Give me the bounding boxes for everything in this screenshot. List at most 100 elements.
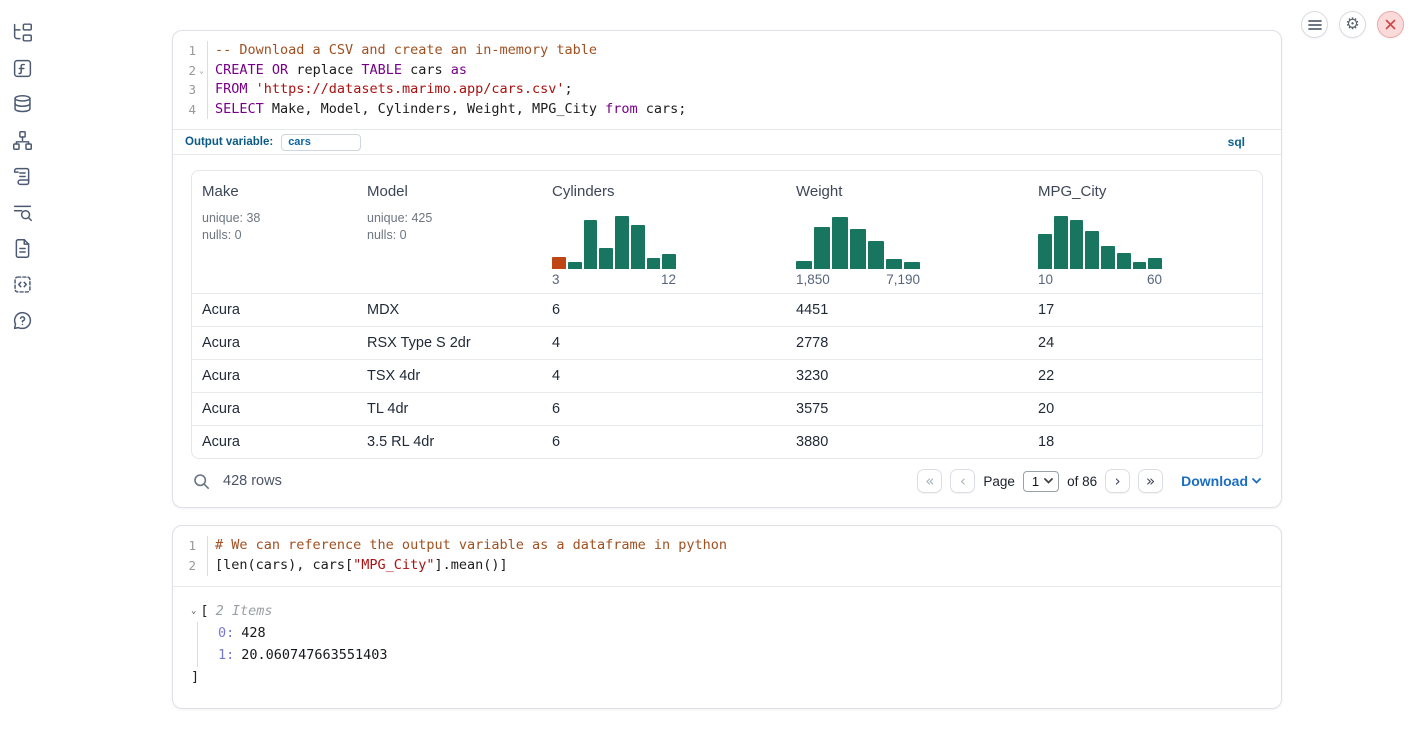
line-number: 3 xyxy=(188,80,196,100)
histogram-axis-labels: 1060 xyxy=(1038,272,1162,287)
table-cell: 17 xyxy=(1028,293,1263,326)
histogram-bar xyxy=(814,227,830,269)
column-histogram: 312 xyxy=(552,213,676,287)
table-row[interactable]: AcuraRSX Type S 2dr4277824 xyxy=(192,326,1263,359)
fold-toggle-icon[interactable]: ⌄ xyxy=(196,61,207,81)
sidebar-item-scratchpad[interactable] xyxy=(11,165,33,187)
pagination: « ‹ Page 1 of 86 › » Download xyxy=(917,469,1261,493)
column-stats: unique: 425nulls: 0 xyxy=(367,210,532,244)
line-number: 1 xyxy=(188,41,196,61)
data-table-card: Make unique: 38nulls: 0 Modelunique: 425nu… xyxy=(191,170,1263,459)
table-cell: 3.5 RL 4dr xyxy=(357,425,542,458)
line-number-gutter: 2 xyxy=(173,556,208,576)
search-icon xyxy=(193,473,210,490)
table-row[interactable]: AcuraTSX 4dr4323022 xyxy=(192,359,1263,392)
code-line[interactable]: 2[len(cars), cars["MPG_City"].mean()] xyxy=(173,556,1281,576)
line-number: 1 xyxy=(188,536,196,556)
tree-entry: 0:428 xyxy=(218,622,1263,645)
page-label: Page xyxy=(983,474,1015,489)
code-line[interactable]: 1# We can reference the output variable … xyxy=(173,536,1281,556)
sidebar-item-logs-search[interactable] xyxy=(11,201,33,223)
column-header-make[interactable]: Make unique: 38nulls: 0 xyxy=(192,171,357,293)
line-number-gutter: 2⌄ xyxy=(173,61,208,81)
sql-code-editor[interactable]: 1-- Download a CSV and create an in-memo… xyxy=(173,31,1281,129)
histogram-bar xyxy=(552,257,566,269)
menu-button[interactable] xyxy=(1301,11,1328,38)
sidebar-item-dependency-graph[interactable] xyxy=(11,129,33,151)
settings-button[interactable]: ⚙ xyxy=(1339,11,1366,38)
next-page-button[interactable]: › xyxy=(1105,469,1130,493)
column-name: Make xyxy=(202,183,347,200)
output-variable-label: Output variable: xyxy=(185,136,273,148)
table-cell: MDX xyxy=(357,293,542,326)
python-code-editor[interactable]: 1# We can reference the output variable … xyxy=(173,526,1281,585)
gear-icon: ⚙ xyxy=(1345,17,1359,33)
line-number: 2 xyxy=(188,556,196,576)
table-cell: 18 xyxy=(1028,425,1263,458)
sidebar-item-documentation[interactable] xyxy=(11,237,33,259)
table-search-button[interactable] xyxy=(193,473,210,490)
histogram-bar xyxy=(1085,231,1099,269)
column-header-mpg_city[interactable]: MPG_City1060 xyxy=(1028,171,1263,293)
histogram-bar xyxy=(1070,220,1084,269)
table-row[interactable]: AcuraTL 4dr6357520 xyxy=(192,392,1263,425)
tree-entry-value: 428 xyxy=(241,625,265,641)
code-line[interactable]: 4SELECT Make, Model, Cylinders, Weight, … xyxy=(173,100,1281,120)
column-header-model[interactable]: Modelunique: 425nulls: 0 xyxy=(357,171,542,293)
column-header-inner: MPG_City1060 xyxy=(1038,183,1254,287)
download-button[interactable]: Download xyxy=(1181,473,1261,489)
histogram-axis-labels: 312 xyxy=(552,272,676,287)
sidebar-item-file-explorer[interactable] xyxy=(11,21,33,43)
tree-collapse-toggle[interactable]: ⌄ xyxy=(191,606,196,616)
histogram-min-label: 3 xyxy=(552,272,560,287)
code-token: OR xyxy=(272,62,288,78)
first-page-button[interactable]: « xyxy=(917,469,942,493)
sql-cell-output: Make unique: 38nulls: 0 Modelunique: 425nu… xyxy=(173,155,1281,507)
histogram-axis-labels: 1,8507,190 xyxy=(796,272,920,287)
code-line-text: FROM 'https://datasets.marimo.app/cars.c… xyxy=(208,80,573,100)
python-cell-output: ⌄ [ 2 Items 0:4281:20.060747663551403 ] xyxy=(173,586,1281,708)
file-text-icon xyxy=(12,238,33,259)
histogram-bars xyxy=(796,213,920,269)
column-header-weight[interactable]: Weight1,8507,190 xyxy=(786,171,1028,293)
shutdown-button[interactable] xyxy=(1377,11,1404,38)
column-header-inner: Modelunique: 425nulls: 0 xyxy=(367,183,532,287)
page-select-value: 1 xyxy=(1032,474,1039,489)
sidebar-item-snippets[interactable] xyxy=(11,273,33,295)
histogram-bar xyxy=(832,217,848,269)
table-row[interactable]: Acura3.5 RL 4dr6388018 xyxy=(192,425,1263,458)
code-line[interactable]: 2⌄CREATE OR replace TABLE cars as xyxy=(173,61,1281,81)
notebook-main: 1-- Download a CSV and create an in-memo… xyxy=(172,30,1282,709)
output-variable-input[interactable] xyxy=(281,134,361,151)
histogram-bar xyxy=(1054,216,1068,269)
column-histogram: 1,8507,190 xyxy=(796,213,920,287)
table-row[interactable]: AcuraMDX6445117 xyxy=(192,293,1263,326)
last-page-button[interactable]: » xyxy=(1138,469,1163,493)
histogram-bars xyxy=(1038,213,1162,269)
notebook-controls: ⚙ xyxy=(1301,11,1404,38)
tree-root-row: ⌄ [ 2 Items xyxy=(191,601,1263,622)
prev-page-button[interactable]: ‹ xyxy=(950,469,975,493)
helper-sidebar xyxy=(0,0,44,729)
code-token xyxy=(248,81,256,97)
help-bubble-icon xyxy=(12,310,33,331)
first-page-icon: « xyxy=(925,474,934,489)
table-cell: 6 xyxy=(542,392,786,425)
column-stat-line: nulls: 0 xyxy=(367,227,532,244)
line-number-gutter: 1 xyxy=(173,536,208,556)
last-page-icon: » xyxy=(1146,474,1155,489)
sidebar-item-help[interactable] xyxy=(11,309,33,331)
code-line[interactable]: 1-- Download a CSV and create an in-memo… xyxy=(173,41,1281,61)
histogram-bars xyxy=(552,213,676,269)
column-header-cylinders[interactable]: Cylinders312 xyxy=(542,171,786,293)
code-line[interactable]: 3 FROM 'https://datasets.marimo.app/cars.… xyxy=(173,80,1281,100)
sidebar-item-datasources[interactable] xyxy=(11,93,33,115)
tree-entry-key: 1: xyxy=(218,647,234,663)
column-stats: unique: 38nulls: 0 xyxy=(202,210,347,244)
python-cell: 1# We can reference the output variable … xyxy=(172,525,1282,708)
sidebar-item-variables[interactable] xyxy=(11,57,33,79)
tree-close-bracket: ] xyxy=(191,667,1263,688)
table-cell: TL 4dr xyxy=(357,392,542,425)
page-select[interactable]: 1 xyxy=(1023,471,1059,492)
table-cell: Acura xyxy=(192,359,357,392)
